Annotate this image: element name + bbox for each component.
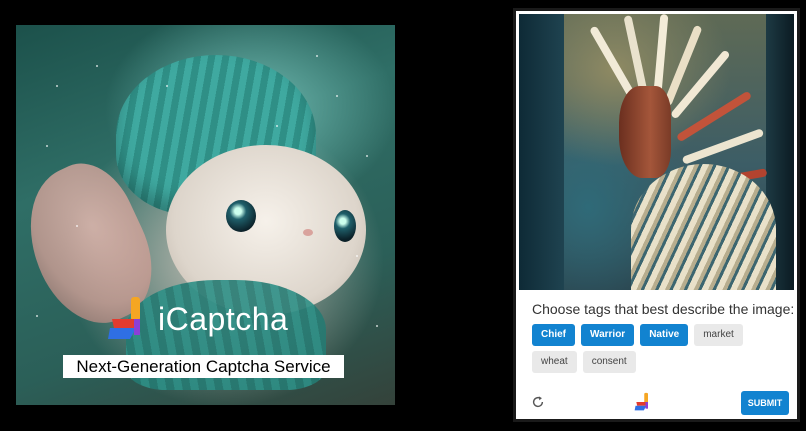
brand-logo: iCaptcha [104, 293, 288, 345]
tag-chief[interactable]: Chief [532, 324, 575, 346]
icaptcha-logo-icon [634, 392, 648, 411]
brand-name: iCaptcha [158, 301, 289, 337]
challenge-image [519, 14, 794, 290]
captcha-widget: Choose tags that best describe the image… [513, 8, 800, 422]
tag-list: Chief Warrior Native market wheat consen… [532, 324, 782, 373]
tag-native[interactable]: Native [640, 324, 689, 346]
refresh-icon[interactable] [531, 395, 545, 409]
tag-wheat[interactable]: wheat [532, 351, 577, 373]
tag-consent[interactable]: consent [582, 351, 636, 373]
icaptcha-logo-icon [108, 297, 140, 339]
tagline: Next-Generation Captcha Service [63, 355, 344, 378]
bunny-right-eye [334, 210, 356, 242]
captcha-prompt: Choose tags that best describe the image… [532, 301, 795, 317]
tag-warrior[interactable]: Warrior [581, 324, 635, 346]
bunny-nose [303, 229, 313, 236]
promo-banner: iCaptcha Next-Generation Captcha Service [16, 25, 395, 405]
tag-market[interactable]: market [694, 324, 743, 346]
submit-button[interactable]: SUBMIT [741, 391, 789, 415]
bunny-left-eye [226, 200, 256, 232]
chief-profile [619, 86, 671, 178]
feather-cloak [631, 164, 776, 290]
